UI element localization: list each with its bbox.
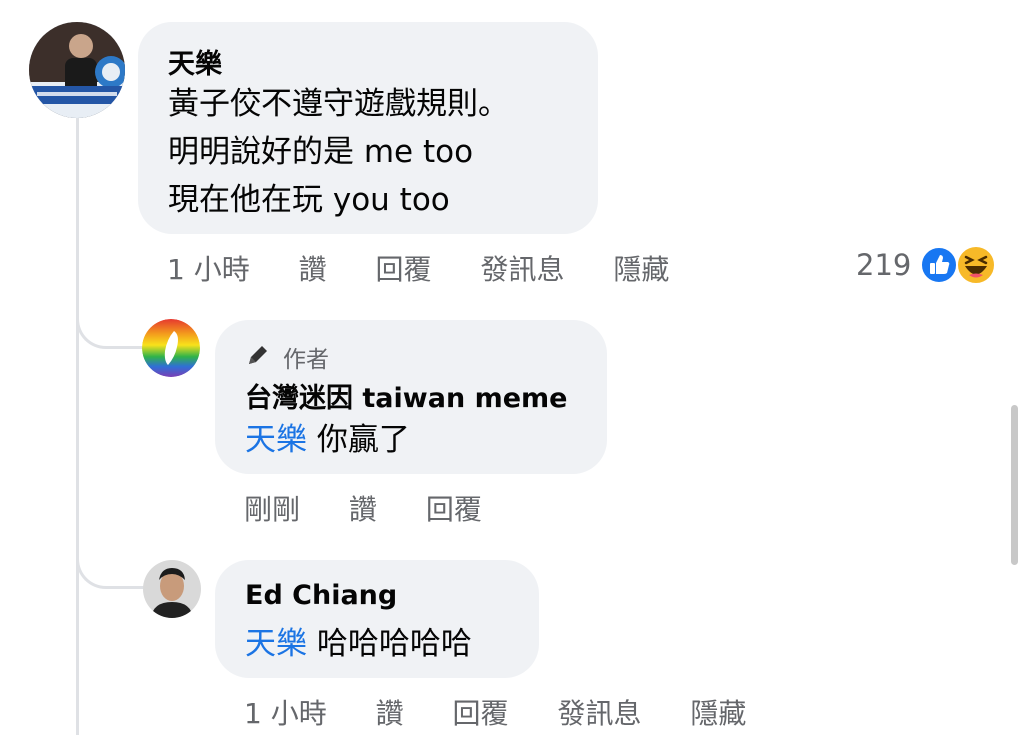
reply-author[interactable]: 台灣迷因 taiwan meme [245, 376, 567, 415]
reply-button[interactable]: 回覆 [376, 248, 432, 288]
reply-message: 哈哈哈哈哈 [316, 626, 472, 662]
comment-line-3: 現在他在玩 you too [168, 182, 450, 218]
comment-line-1: 黃子佼不遵守遊戲規則。 [168, 86, 509, 122]
hide-button[interactable]: 隱藏 [613, 248, 669, 288]
comment-line-2: 明明說好的是 me too [168, 134, 474, 170]
reply-actions: 1 小時 讚 回覆 發訊息 隱藏 [244, 692, 746, 732]
reply-bubble: Ed Chiang 天樂 哈哈哈哈哈 [215, 560, 539, 678]
message-button[interactable]: 發訊息 [557, 692, 641, 732]
mention-link[interactable]: 天樂 [245, 626, 307, 662]
like-button[interactable]: 讚 [376, 692, 404, 732]
comment-bubble: 天樂 黃子佼不遵守遊戲規則。 明明說好的是 me too 現在他在玩 you t… [138, 22, 598, 234]
user-avatar[interactable] [143, 560, 201, 618]
comment-actions: 1 小時 讚 回覆 發訊息 隱藏 [167, 248, 669, 288]
reply-button[interactable]: 回覆 [426, 488, 482, 528]
reply-time[interactable]: 1 小時 [244, 692, 327, 732]
reply-bubble-author: 作者 台灣迷因 taiwan meme 天樂 你贏了 [215, 320, 607, 474]
haha-icon [956, 245, 996, 285]
scrollbar[interactable] [1011, 405, 1018, 565]
thread-curve-1 [76, 300, 145, 349]
reaction-count[interactable]: 219 [856, 248, 911, 282]
page-avatar[interactable] [142, 319, 200, 377]
thread-line-vertical [76, 118, 79, 735]
thread-curve-2 [76, 540, 145, 589]
message-button[interactable]: 發訊息 [480, 248, 564, 288]
mention-link[interactable]: 天樂 [245, 422, 307, 458]
reply-button[interactable]: 回覆 [453, 692, 509, 732]
reply-author[interactable]: Ed Chiang [245, 580, 397, 611]
comment-time[interactable]: 1 小時 [167, 248, 250, 288]
reply-time[interactable]: 剛剛 [244, 488, 300, 528]
reply-text: 天樂 哈哈哈哈哈 [245, 620, 472, 668]
author-badge: 作者 [283, 347, 329, 373]
hide-button[interactable]: 隱藏 [690, 692, 746, 732]
like-button[interactable]: 讚 [299, 248, 327, 288]
reply-actions: 剛剛 讚 回覆 [244, 488, 482, 528]
pencil-icon [245, 342, 271, 368]
avatar[interactable] [29, 22, 125, 118]
like-icon [920, 246, 958, 284]
comment-author[interactable]: 天樂 [168, 42, 222, 81]
like-button[interactable]: 讚 [349, 488, 377, 528]
reply-text: 天樂 你贏了 [245, 416, 410, 464]
reply-message: 你贏了 [316, 422, 410, 458]
